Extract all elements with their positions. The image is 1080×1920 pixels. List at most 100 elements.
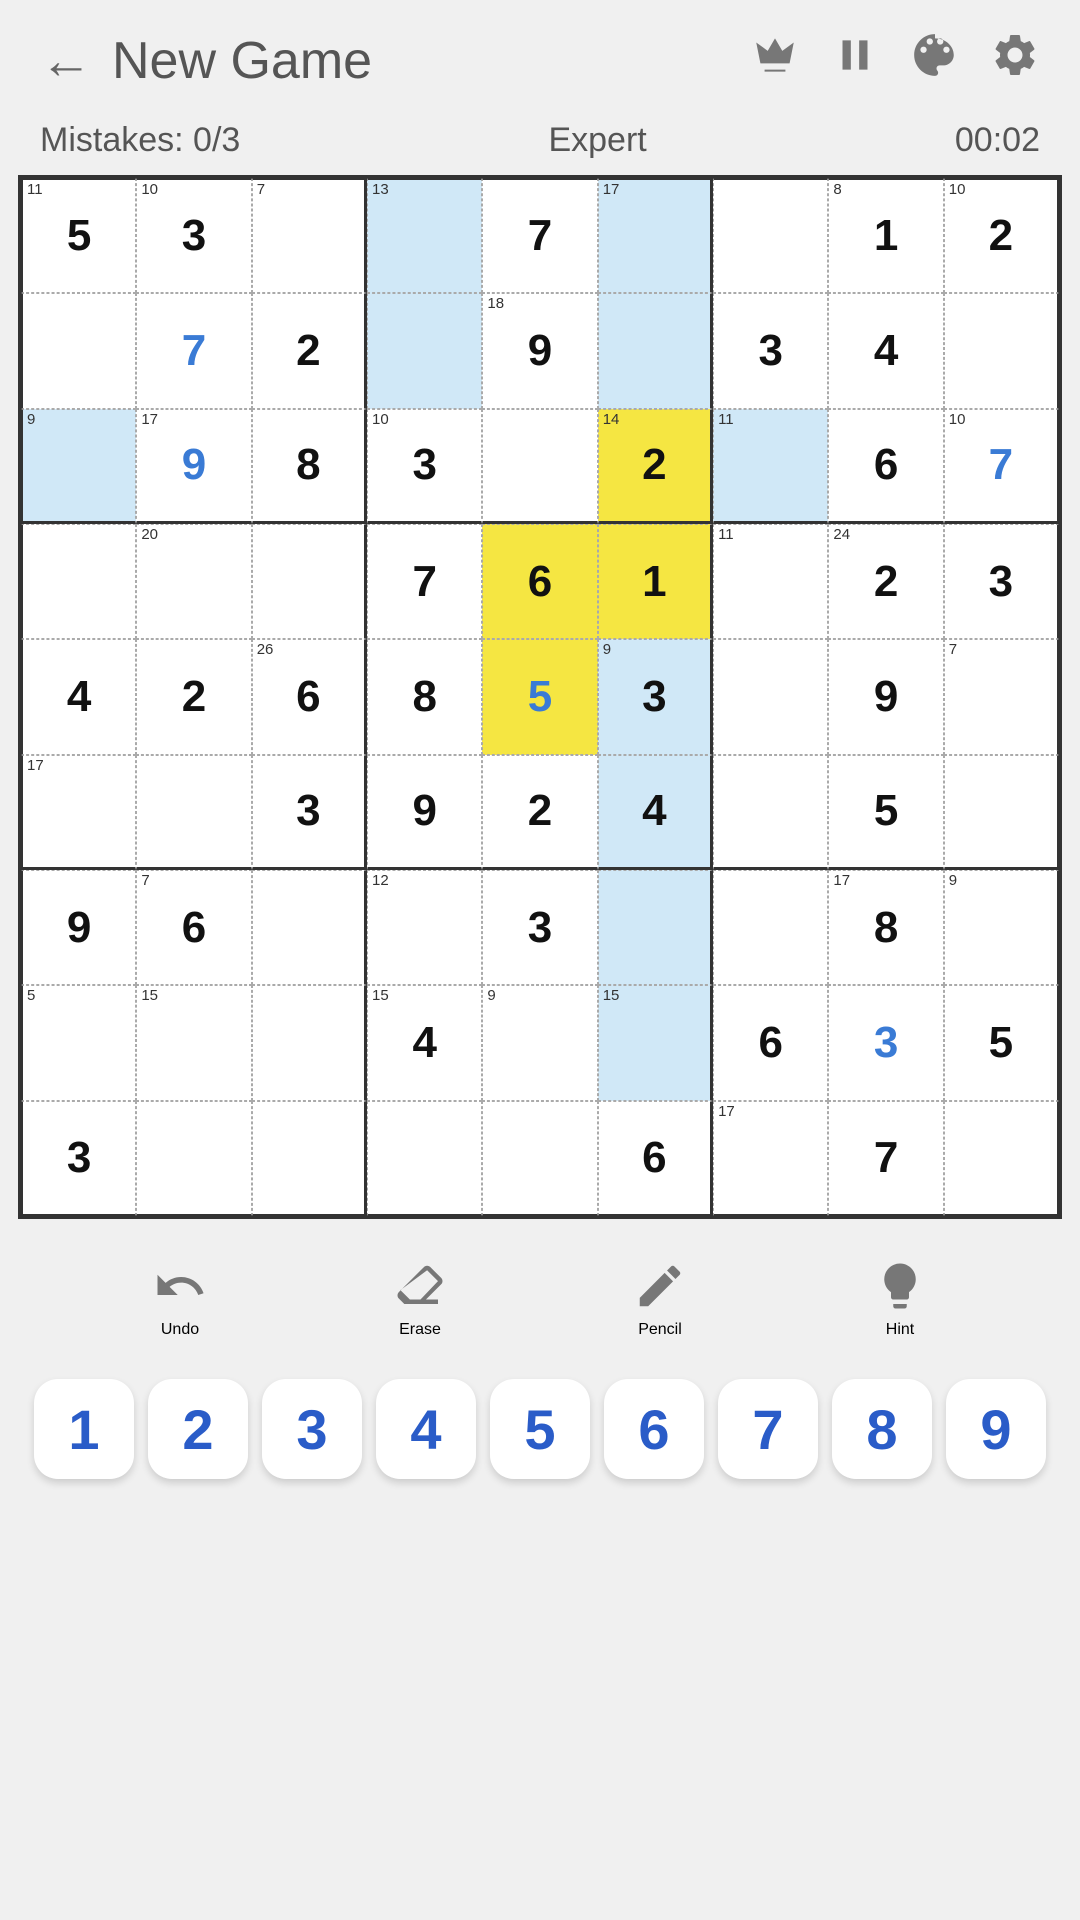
table-row[interactable]: 2 (252, 293, 367, 408)
numpad-6-button[interactable]: 6 (604, 1379, 704, 1479)
table-row[interactable] (136, 755, 251, 870)
table-row[interactable]: 2 (482, 755, 597, 870)
table-row[interactable]: 12 (367, 870, 482, 985)
table-row[interactable]: 5 (482, 639, 597, 754)
table-row[interactable] (482, 1101, 597, 1216)
table-row[interactable]: 7 (367, 524, 482, 639)
table-row[interactable] (252, 985, 367, 1100)
table-row[interactable]: 93 (598, 639, 713, 754)
table-row[interactable]: 3 (21, 1101, 136, 1216)
table-row[interactable]: 5 (21, 985, 136, 1100)
table-row[interactable]: 7 (482, 178, 597, 293)
pencil-button[interactable]: Pencil (633, 1259, 687, 1339)
table-row[interactable] (944, 293, 1059, 408)
table-row[interactable]: 13 (367, 178, 482, 293)
table-row[interactable]: 5 (944, 985, 1059, 1100)
numpad-1-button[interactable]: 1 (34, 1379, 134, 1479)
table-row[interactable]: 15 (598, 985, 713, 1100)
table-row[interactable] (252, 524, 367, 639)
table-row[interactable]: 115 (21, 178, 136, 293)
table-row[interactable] (482, 409, 597, 524)
table-row[interactable]: 3 (482, 870, 597, 985)
table-row[interactable]: 20 (136, 524, 251, 639)
table-row[interactable]: 6 (713, 985, 828, 1100)
table-row[interactable]: 102 (944, 178, 1059, 293)
table-row[interactable]: 3 (828, 985, 943, 1100)
table-row[interactable]: 4 (21, 639, 136, 754)
crown-icon[interactable] (750, 30, 800, 91)
table-row[interactable]: 9 (828, 639, 943, 754)
table-row[interactable]: 11 (713, 524, 828, 639)
table-row[interactable]: 9 (367, 755, 482, 870)
sudoku-grid[interactable]: 1151037137178110272189349179810314211610… (21, 178, 1059, 1216)
back-button[interactable]: ← (40, 31, 92, 91)
hint-button[interactable]: Hint (873, 1259, 927, 1339)
table-row[interactable]: 189 (482, 293, 597, 408)
table-row[interactable]: 6 (828, 409, 943, 524)
table-row[interactable] (713, 755, 828, 870)
erase-button[interactable]: Erase (393, 1259, 447, 1339)
table-row[interactable]: 178 (828, 870, 943, 985)
table-row[interactable] (598, 870, 713, 985)
table-row[interactable] (944, 755, 1059, 870)
table-row[interactable]: 3 (713, 293, 828, 408)
table-row[interactable]: 17 (598, 178, 713, 293)
numpad-7-button[interactable]: 7 (718, 1379, 818, 1479)
table-row[interactable] (598, 293, 713, 408)
table-row[interactable]: 8 (252, 409, 367, 524)
table-row[interactable]: 15 (136, 985, 251, 1100)
table-row[interactable]: 11 (713, 409, 828, 524)
table-row[interactable]: 4 (598, 755, 713, 870)
table-row[interactable]: 9 (21, 870, 136, 985)
pause-icon[interactable] (830, 30, 880, 91)
table-row[interactable]: 17 (713, 1101, 828, 1216)
numpad-4-button[interactable]: 4 (376, 1379, 476, 1479)
settings-icon[interactable] (990, 30, 1040, 91)
table-row[interactable]: 7 (252, 178, 367, 293)
table-row[interactable] (713, 870, 828, 985)
numpad-9-button[interactable]: 9 (946, 1379, 1046, 1479)
table-row[interactable]: 103 (367, 409, 482, 524)
table-row[interactable]: 5 (828, 755, 943, 870)
table-row[interactable]: 9 (944, 870, 1059, 985)
table-row[interactable] (944, 1101, 1059, 1216)
numpad-3-button[interactable]: 3 (262, 1379, 362, 1479)
table-row[interactable]: 2 (136, 639, 251, 754)
undo-button[interactable]: Undo (153, 1259, 207, 1339)
table-row[interactable]: 4 (828, 293, 943, 408)
table-row[interactable]: 17 (21, 755, 136, 870)
numpad-8-button[interactable]: 8 (832, 1379, 932, 1479)
table-row[interactable] (713, 178, 828, 293)
table-row[interactable]: 9 (482, 985, 597, 1100)
table-row[interactable]: 6 (598, 1101, 713, 1216)
table-row[interactable]: 1 (598, 524, 713, 639)
table-row[interactable]: 81 (828, 178, 943, 293)
table-row[interactable]: 76 (136, 870, 251, 985)
table-row[interactable]: 7 (828, 1101, 943, 1216)
table-row[interactable] (367, 293, 482, 408)
table-row[interactable] (252, 870, 367, 985)
table-row[interactable]: 266 (252, 639, 367, 754)
table-row[interactable]: 142 (598, 409, 713, 524)
table-row[interactable] (252, 1101, 367, 1216)
table-row[interactable] (21, 293, 136, 408)
table-row[interactable]: 242 (828, 524, 943, 639)
table-row[interactable]: 7 (944, 639, 1059, 754)
table-row[interactable]: 3 (944, 524, 1059, 639)
table-row[interactable]: 8 (367, 639, 482, 754)
table-row[interactable] (367, 1101, 482, 1216)
table-row[interactable] (713, 639, 828, 754)
palette-icon[interactable] (910, 30, 960, 91)
table-row[interactable]: 6 (482, 524, 597, 639)
table-row[interactable]: 9 (21, 409, 136, 524)
table-row[interactable]: 103 (136, 178, 251, 293)
table-row[interactable]: 107 (944, 409, 1059, 524)
table-row[interactable] (136, 1101, 251, 1216)
numpad-5-button[interactable]: 5 (490, 1379, 590, 1479)
table-row[interactable] (21, 524, 136, 639)
table-row[interactable]: 154 (367, 985, 482, 1100)
table-row[interactable]: 7 (136, 293, 251, 408)
table-row[interactable]: 179 (136, 409, 251, 524)
table-row[interactable]: 3 (252, 755, 367, 870)
numpad-2-button[interactable]: 2 (148, 1379, 248, 1479)
